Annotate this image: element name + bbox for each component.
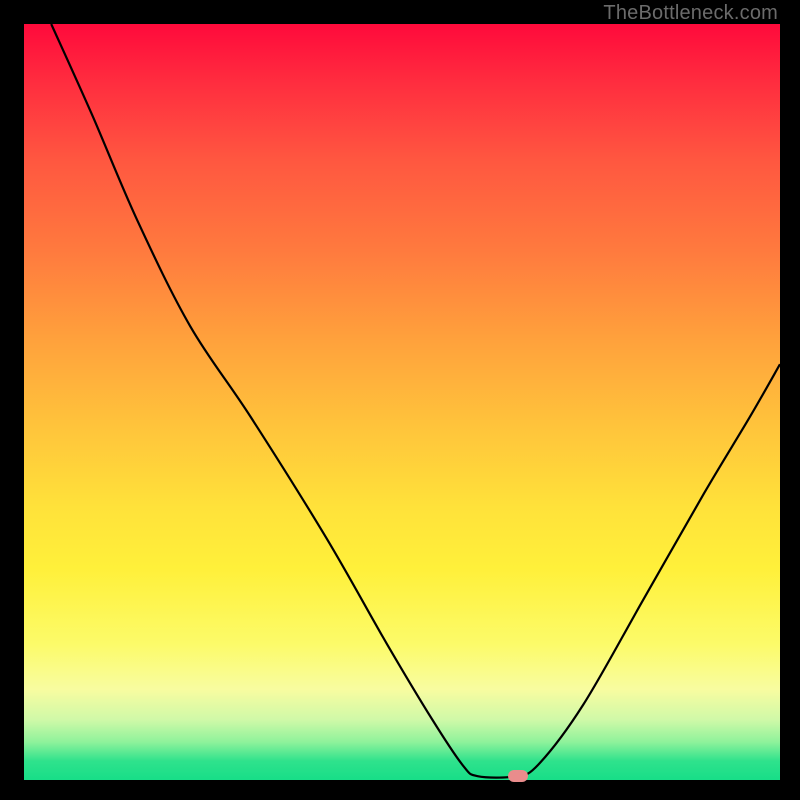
bottleneck-curve [51,24,780,778]
chart-frame: TheBottleneck.com [0,0,800,800]
plot-area [24,24,780,780]
curve-svg [24,24,780,780]
watermark: TheBottleneck.com [603,2,778,25]
optimal-marker [508,770,528,782]
